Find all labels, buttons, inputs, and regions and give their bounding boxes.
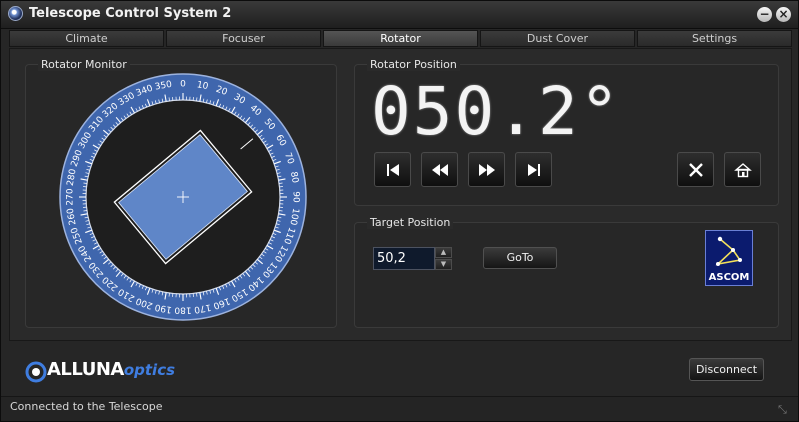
tab-climate[interactable]: Climate <box>9 30 164 47</box>
skip-to-end-icon <box>528 164 540 176</box>
stepper-up-button[interactable]: ▲ <box>435 247 452 258</box>
dial-label: 180 <box>174 305 191 315</box>
rewind-icon <box>432 164 448 176</box>
stop-button[interactable] <box>677 152 714 187</box>
fast-forward-icon <box>479 164 495 176</box>
home-icon <box>734 163 752 178</box>
dial-label: 270 <box>66 188 76 205</box>
stepper-down-button[interactable]: ▼ <box>435 259 452 270</box>
close-button[interactable]: × <box>776 7 791 22</box>
dial-label: 0 <box>180 80 186 90</box>
chevron-down-icon: ▼ <box>440 260 447 268</box>
goto-button[interactable]: GoTo <box>483 247 557 269</box>
disconnect-button[interactable]: Disconnect <box>689 358 764 381</box>
title-bar: Telescope Control System 2 − × <box>1 1 798 29</box>
logo-wordmark: ALLUNAoptics <box>47 359 175 380</box>
close-icon: × <box>778 7 789 21</box>
rotator-dial: 0 10 2030405060708090100110120130140150160… <box>59 73 307 321</box>
ascom-label: ASCOM <box>708 272 750 283</box>
rewind-button[interactable] <box>421 152 458 187</box>
app-window: Telescope Control System 2 − × Climate F… <box>0 0 799 422</box>
rotator-position-title: Rotator Position <box>367 58 460 71</box>
chevron-up-icon: ▲ <box>440 248 447 256</box>
ascom-constellation-icon <box>715 236 742 266</box>
target-position-group: Target Position ▲ ▼ GoTo ASCOM <box>354 216 779 328</box>
tab-settings[interactable]: Settings <box>637 30 792 47</box>
position-display: 050.2° <box>371 73 622 150</box>
alluna-optics-logo: ALLUNAoptics <box>25 356 175 386</box>
target-position-stepper: ▲ ▼ <box>373 247 452 272</box>
dial-label: 10 <box>196 80 209 92</box>
logo-sub: optics <box>123 361 176 379</box>
rotator-position-group: Rotator Position 050.2° <box>354 58 779 206</box>
telescope-app-icon <box>8 6 23 21</box>
status-bar: Connected to the Telescope ⤡ <box>1 396 798 421</box>
stop-icon <box>689 163 703 177</box>
logo-main: ALLUNA <box>47 359 124 380</box>
target-position-title: Target Position <box>367 216 454 229</box>
status-text: Connected to the Telescope <box>10 400 163 413</box>
tab-focuser[interactable]: Focuser <box>166 30 321 47</box>
home-button[interactable] <box>724 152 761 187</box>
rotator-panel: Rotator Monitor 0 10 20 30 40 50 60 70 80 90 100 11… <box>9 48 792 341</box>
minimize-icon: − <box>759 7 770 21</box>
ascom-logo: ASCOM <box>705 230 753 286</box>
skip-to-end-button[interactable] <box>515 152 552 187</box>
alluna-logo-icon <box>25 361 47 383</box>
target-position-input[interactable] <box>373 247 435 270</box>
rotator-monitor-group: Rotator Monitor 0 10 20 30 40 50 60 70 80 90 100 11… <box>25 58 337 328</box>
rotator-monitor-title: Rotator Monitor <box>38 58 130 71</box>
tab-bar: Climate Focuser Rotator Dust Cover Setti… <box>9 30 792 48</box>
dial-label: 80 <box>288 171 300 184</box>
tab-rotator[interactable]: Rotator <box>323 30 478 47</box>
minimize-button[interactable]: − <box>757 7 772 22</box>
dial-label: 90 <box>291 191 301 203</box>
skip-to-start-icon <box>387 164 399 176</box>
tab-dust-cover[interactable]: Dust Cover <box>480 30 635 47</box>
resize-grip-icon[interactable]: ⤡ <box>778 403 790 416</box>
window-title: Telescope Control System 2 <box>29 6 232 21</box>
skip-to-start-button[interactable] <box>374 152 411 187</box>
fast-forward-button[interactable] <box>468 152 505 187</box>
